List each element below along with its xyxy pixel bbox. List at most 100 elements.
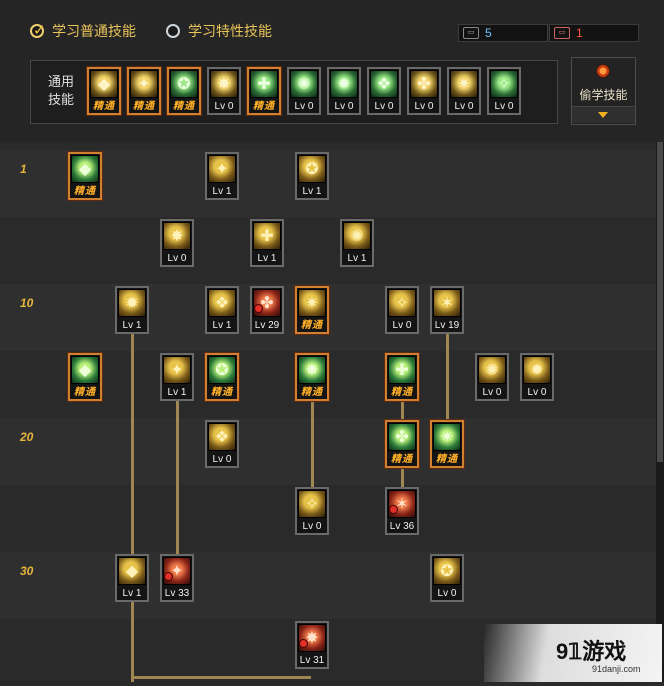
skill-slot[interactable]: ✶ Lv 36	[385, 487, 419, 535]
skill-level-label: Lv 1	[212, 186, 232, 197]
skill-level-label: Lv 36	[389, 521, 415, 532]
skill-slot[interactable]: ✷ 精通	[295, 286, 329, 334]
skill-slot[interactable]: ◆ 精通	[68, 152, 102, 200]
skill-slot[interactable]: ✪ 精通	[167, 67, 201, 115]
steal-skill-button[interactable]: 偷学技能	[571, 57, 636, 125]
skill-level-label: 精通	[436, 454, 458, 465]
skill-slot[interactable]: ❖ Lv 1	[205, 286, 239, 334]
armor-icon: ◆	[118, 557, 146, 585]
sit-icon: ◆	[90, 70, 118, 98]
tab-trait-skills[interactable]: 学习特性技能	[166, 18, 272, 44]
level-label: 20	[20, 430, 34, 444]
skill-slot[interactable]: ✶ Lv 19	[430, 286, 464, 334]
fighter-icon: ✹	[330, 70, 358, 98]
skill-slot[interactable]: ✪ 精通	[205, 353, 239, 401]
tp-points-display: ▭ 1	[549, 24, 639, 42]
skill-slot[interactable]: ✷ Lv 0	[447, 67, 481, 115]
skill-level-label: 精通	[253, 101, 275, 112]
skill-slot[interactable]: ✦ 精通	[127, 67, 161, 115]
watermark-logo: 9𝟙游戏	[556, 639, 627, 664]
scrollbar-thumb[interactable]	[657, 142, 663, 462]
skill-level-label: Lv 1	[167, 387, 187, 398]
tab-normal-skills[interactable]: ✓ 学习普通技能	[30, 18, 136, 44]
skill-slot[interactable]: ✦ Lv 1	[160, 353, 194, 401]
skill-slot[interactable]: ◆ Lv 1	[115, 554, 149, 602]
skill-level-label: 精通	[211, 387, 233, 398]
body-icon: ✚	[253, 222, 281, 250]
expand-dropdown[interactable]	[572, 106, 635, 123]
fire-orb-icon	[596, 64, 610, 78]
skill-level-label: Lv 0	[527, 387, 547, 398]
skill-level-label: Lv 1	[122, 320, 142, 331]
swing-icon: ✧	[490, 70, 518, 98]
skill-slot[interactable]: ✷ 精通	[430, 420, 464, 468]
radio-unchecked-icon[interactable]	[166, 24, 180, 38]
skill-level-label: 精通	[133, 101, 155, 112]
skill-slot[interactable]: ✚ 精通	[385, 353, 419, 401]
lock-icon	[299, 639, 308, 648]
skill-slot[interactable]: ✹ Lv 0	[327, 67, 361, 115]
connector-line	[131, 676, 311, 679]
skill-slot[interactable]: ✚ 精通	[247, 67, 281, 115]
skill-slot[interactable]: ✤ Lv 0	[407, 67, 441, 115]
skill-level-label: Lv 0	[214, 101, 234, 112]
skill-slot[interactable]: ❖ Lv 0	[205, 420, 239, 468]
skill-slot[interactable]: ✦ Lv 1	[205, 152, 239, 200]
skill-type-tabs: ✓ 学习普通技能 学习特性技能	[30, 18, 272, 44]
tree-row: 30	[0, 552, 656, 619]
skill-level-label: Lv 0	[494, 101, 514, 112]
skill-slot[interactable]: ✪ Lv 0	[430, 554, 464, 602]
connector-line	[176, 399, 179, 557]
vertical-scrollbar[interactable]	[656, 142, 664, 682]
watermark: 9𝟙游戏 91danji.com	[484, 624, 662, 682]
skill-slot[interactable]: ◆ 精通	[87, 67, 121, 115]
skill-slot[interactable]: ✸ Lv 0	[160, 219, 194, 267]
skill-tree: 1 10 20 30 ◆ 精通 ✦ Lv 1 ✪ Lv 1 ✸ Lv 0 ✚ Lv 1 ✺ Lv 1 ✹…	[0, 142, 664, 686]
skill-slot[interactable]: ✺ Lv 0	[475, 353, 509, 401]
bomb-icon: ❖	[370, 70, 398, 98]
burst-icon: ✺	[343, 222, 371, 250]
slide-icon: ✪	[433, 557, 461, 585]
connector-line	[131, 332, 134, 682]
skill-level-label: 精通	[173, 101, 195, 112]
run-icon: ✪	[170, 70, 198, 98]
skill-slot[interactable]: ◆ 精通	[68, 353, 102, 401]
skill-slot[interactable]: ❖ Lv 0	[367, 67, 401, 115]
skill-level-label: Lv 0	[212, 454, 232, 465]
skill-slot[interactable]: ✚ Lv 1	[250, 219, 284, 267]
skill-slot[interactable]: ✧ Lv 0	[295, 487, 329, 535]
skill-slot[interactable]: ✹ Lv 0	[520, 353, 554, 401]
steal-skill-label: 偷学技能	[579, 88, 628, 102]
skill-slot[interactable]: ✸ 精通	[295, 353, 329, 401]
skill-level-label: Lv 0	[392, 320, 412, 331]
tab-trait-label: 学习特性技能	[188, 23, 272, 39]
skill-slot[interactable]: ✦ Lv 33	[160, 554, 194, 602]
sweep-icon: ✪	[208, 356, 236, 384]
radio-checked-icon[interactable]: ✓	[30, 22, 46, 39]
skill-level-label: Lv 31	[299, 655, 325, 666]
star-icon: ◆	[71, 356, 99, 384]
skill-slot[interactable]: ✸ Lv 0	[207, 67, 241, 115]
tree-row: 20	[0, 418, 656, 485]
common-skills-title: 通用 技能	[47, 74, 74, 107]
skill-slot[interactable]: ✺ Lv 1	[340, 219, 374, 267]
skill-slot[interactable]: ✹ Lv 1	[115, 286, 149, 334]
lift-icon: ✧	[388, 289, 416, 317]
sp-value: 5	[485, 26, 492, 40]
skill-slot[interactable]: ✧ Lv 0	[385, 286, 419, 334]
skill-slot[interactable]: ✧ Lv 0	[487, 67, 521, 115]
skill-level-label: Lv 1	[212, 320, 232, 331]
skill-level-label: Lv 0	[302, 521, 322, 532]
skill-slot[interactable]: ✪ Lv 1	[295, 152, 329, 200]
skill-level-label: Lv 0	[334, 101, 354, 112]
skill-level-label: 精通	[391, 454, 413, 465]
crosshair-icon: ✺	[290, 70, 318, 98]
skill-level-label: 精通	[93, 101, 115, 112]
skill-slot[interactable]: ✤ Lv 29	[250, 286, 284, 334]
skill-level-label: Lv 0	[482, 387, 502, 398]
skill-slot[interactable]: ✤ 精通	[385, 420, 419, 468]
slash-icon: ✪	[298, 155, 326, 183]
skill-level-label: Lv 1	[302, 186, 322, 197]
skill-slot[interactable]: ✸ Lv 31	[295, 621, 329, 669]
skill-slot[interactable]: ✺ Lv 0	[287, 67, 321, 115]
